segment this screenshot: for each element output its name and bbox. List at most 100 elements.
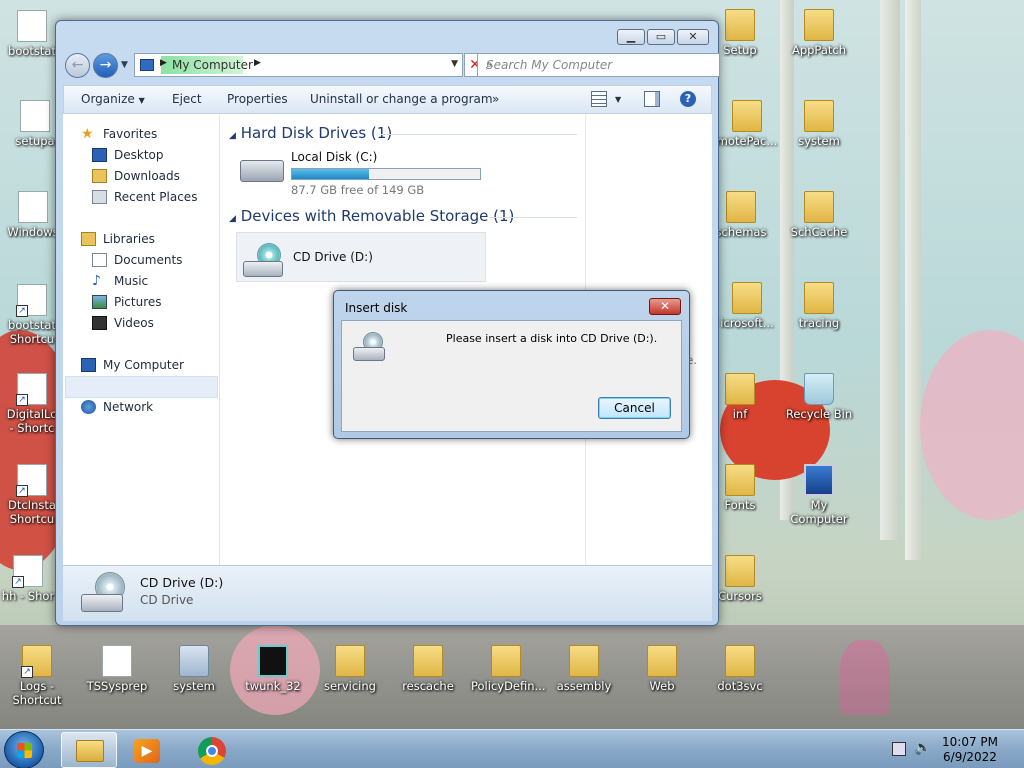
- desktop-icon[interactable]: Web: [627, 645, 697, 693]
- desktop-icon[interactable]: TSSysprep: [82, 645, 152, 693]
- downloads-folder-icon: [92, 169, 107, 183]
- folder-icon: [569, 645, 599, 677]
- documents-icon: [92, 253, 107, 267]
- maximize-button[interactable]: ▭: [647, 29, 675, 45]
- computer-icon: [804, 464, 834, 496]
- drive-item-local-disk[interactable]: Local Disk (C:) 87.7 GB free of 149 GB: [236, 148, 496, 197]
- desktop-icon[interactable]: icrosoft...: [712, 282, 782, 330]
- folder-icon: [76, 740, 104, 762]
- desktop-icon[interactable]: Recycle Bin: [784, 373, 854, 421]
- close-button[interactable]: ✕: [677, 29, 709, 45]
- document-icon: [18, 191, 48, 223]
- desktop-icon[interactable]: SchCache: [784, 191, 854, 239]
- drive-name: Local Disk (C:): [291, 150, 378, 164]
- desktop-icon[interactable]: servicing: [315, 645, 385, 693]
- uninstall-button[interactable]: Uninstall or change a program: [310, 92, 493, 106]
- forward-button[interactable]: →: [93, 53, 118, 78]
- minimize-button[interactable]: ▁: [617, 29, 645, 45]
- breadcrumb-location[interactable]: My Computer: [172, 58, 253, 72]
- folder-icon: [725, 464, 755, 496]
- network-tray-icon[interactable]: [892, 742, 906, 756]
- desktop-icon[interactable]: PolicyDefin...: [471, 645, 546, 693]
- desktop-icon[interactable]: tracing: [784, 282, 854, 330]
- taskbar: ▶ 🔈 10:07 PM 6/9/2022: [0, 729, 1024, 768]
- properties-button[interactable]: Properties: [227, 92, 288, 106]
- insert-disk-dialog[interactable]: Insert disk ✕ Please insert a disk into …: [333, 290, 690, 439]
- chrome-icon: [198, 737, 226, 765]
- address-bar[interactable]: ▶ My Computer ▶ ▼: [134, 53, 463, 77]
- navigation-row: ← → ▼ ▶ My Computer ▶ ▼ ✕ Search My Comp…: [64, 51, 720, 79]
- volume-tray-icon[interactable]: 🔈: [914, 740, 931, 756]
- star-icon: ★: [81, 126, 94, 142]
- folder-icon: [413, 645, 443, 677]
- group-header-removable[interactable]: ◢ Devices with Removable Storage (1): [229, 207, 514, 225]
- desktop-icon[interactable]: My Computer: [784, 464, 854, 526]
- more-commands-button[interactable]: »: [492, 92, 499, 106]
- desktop-icon[interactable]: system: [784, 100, 854, 148]
- desktop-icon[interactable]: rescache: [393, 645, 463, 693]
- computer-icon: [140, 59, 154, 71]
- desktop-icon[interactable]: dot3svc: [705, 645, 775, 693]
- search-input[interactable]: Search My Computer ⌕: [477, 53, 720, 77]
- selected-item-name: CD Drive (D:): [140, 575, 224, 590]
- start-button[interactable]: [4, 731, 44, 768]
- computer-icon: [81, 358, 96, 372]
- folder-icon: [804, 191, 834, 223]
- dialog-message: Please insert a disk into CD Drive (D:).: [446, 332, 658, 345]
- preview-pane-icon[interactable]: [644, 91, 660, 107]
- clock[interactable]: 10:07 PM 6/9/2022: [942, 735, 998, 765]
- gear-icon: [179, 645, 209, 677]
- breadcrumb-chevron-icon[interactable]: ▶: [160, 58, 167, 68]
- cancel-button[interactable]: Cancel: [598, 397, 671, 419]
- organize-menu[interactable]: Organize ▼: [81, 92, 145, 106]
- cd-drive-icon: [353, 332, 387, 362]
- folder-icon: [725, 645, 755, 677]
- taskbar-media-player[interactable]: ▶: [120, 732, 176, 768]
- recycle-bin-icon: [804, 373, 834, 405]
- group-divider: [381, 134, 577, 135]
- address-dropdown-icon[interactable]: ▼: [451, 59, 458, 69]
- document-icon: [20, 100, 50, 132]
- desktop-icon[interactable]: AppPatch: [784, 9, 854, 57]
- desktop-icon[interactable]: ↗ hh - Shor: [0, 555, 63, 603]
- desktop-icon[interactable]: system: [159, 645, 229, 693]
- drive-free-space: 87.7 GB free of 149 GB: [291, 183, 425, 197]
- desktop-icon[interactable]: motePac...: [712, 100, 782, 148]
- videos-icon: [92, 316, 107, 330]
- taskbar-explorer[interactable]: [61, 732, 117, 768]
- folder-icon: [732, 282, 762, 314]
- breadcrumb-chevron-icon[interactable]: ▶: [254, 58, 261, 68]
- dialog-title: Insert disk: [345, 301, 408, 315]
- shortcut-icon: ↗: [12, 555, 43, 588]
- eject-button[interactable]: Eject: [172, 92, 202, 106]
- desktop-icon[interactable]: assembly: [549, 645, 619, 693]
- group-header-hdd[interactable]: ◢ Hard Disk Drives (1): [229, 124, 392, 142]
- clock-date: 6/9/2022: [943, 750, 997, 764]
- disk-usage-fill: [292, 169, 370, 179]
- dialog-close-button[interactable]: ✕: [649, 298, 681, 315]
- help-icon[interactable]: ?: [680, 91, 696, 107]
- wallpaper-blob: [920, 330, 1024, 520]
- back-button[interactable]: ←: [65, 53, 90, 78]
- folder-icon: [725, 373, 755, 405]
- view-dropdown-icon[interactable]: ▼: [615, 95, 621, 104]
- folder-icon: [647, 645, 677, 677]
- system-tray: 🔈 10:07 PM 6/9/2022: [884, 730, 1024, 768]
- shortcut-arrow-icon: ↗: [21, 666, 33, 678]
- search-icon[interactable]: ⌕: [486, 57, 713, 72]
- dialog-body: Please insert a disk into CD Drive (D:).…: [341, 320, 682, 432]
- view-options-icon[interactable]: [591, 91, 607, 107]
- desktop-icon: [92, 148, 107, 162]
- shortcut-arrow-icon: ↗: [16, 485, 28, 497]
- disk-usage-bar: [291, 168, 481, 180]
- taskbar-chrome[interactable]: [184, 732, 240, 768]
- drive-name: CD Drive (D:): [293, 250, 373, 264]
- wallpaper-trees: [905, 0, 921, 560]
- twunk-icon: [258, 645, 288, 677]
- drive-item-cd-drive[interactable]: CD Drive (D:): [236, 232, 486, 282]
- desktop-icon[interactable]: ↗ Logs - Shortcut: [2, 645, 72, 707]
- desktop-icon[interactable]: twunk_32: [238, 645, 308, 693]
- recent-pages-dropdown[interactable]: ▼: [121, 60, 128, 70]
- folder-icon: [726, 191, 756, 223]
- shortcut-arrow-icon: ↗: [16, 394, 28, 406]
